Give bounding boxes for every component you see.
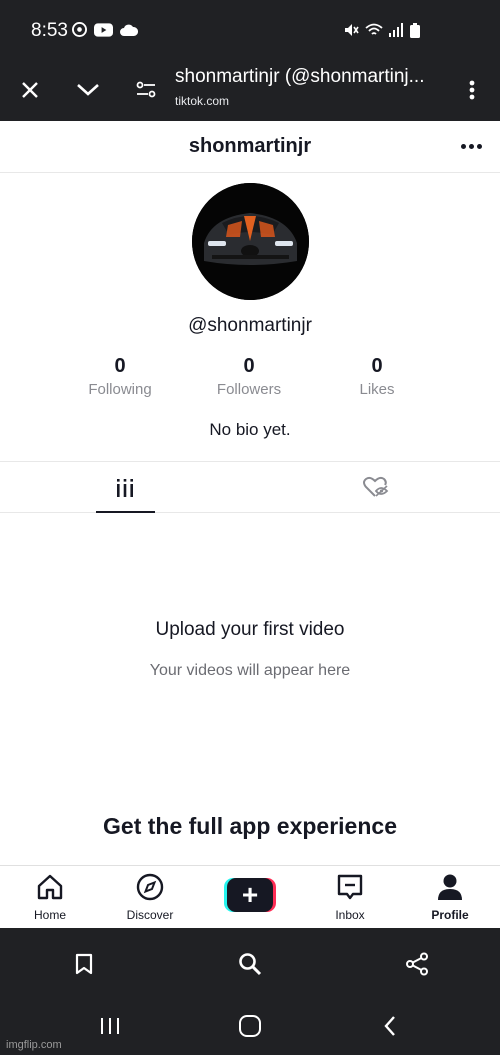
more-options-icon[interactable] <box>456 133 486 159</box>
page-title[interactable]: shonmartinjr (@shonmartinj... <box>175 66 455 88</box>
get-app-banner[interactable]: Get the full app experience <box>0 813 500 840</box>
nav-profile[interactable]: Profile <box>400 872 500 922</box>
liked-hidden-icon <box>363 476 389 503</box>
stat-likes: 0 Likes <box>322 355 432 398</box>
compass-icon <box>100 872 200 902</box>
nav-home-label: Home <box>33 908 66 922</box>
car-photo <box>192 183 309 300</box>
profile-tabs <box>0 461 500 513</box>
system-nav-bar <box>0 998 500 1055</box>
youtube-icon <box>94 22 113 42</box>
stat-followers-value: 0 <box>243 355 255 377</box>
bookmark-icon[interactable] <box>70 950 98 978</box>
nav-home[interactable]: Home <box>0 872 100 922</box>
site-settings-icon[interactable] <box>130 74 162 106</box>
nav-discover[interactable]: Discover <box>100 872 200 922</box>
profile-bio: No bio yet. <box>209 420 291 439</box>
stat-followers[interactable]: 0 Followers <box>194 355 304 398</box>
home-circle-icon[interactable] <box>235 1013 265 1039</box>
stat-following[interactable]: 0 Following <box>65 355 175 398</box>
wifi-icon <box>365 23 383 43</box>
chevron-down-icon[interactable] <box>72 74 104 106</box>
nav-discover-label: Discover <box>126 908 174 922</box>
browser-top-bar: shonmartinjr (@shonmartinj... tiktok.com <box>0 60 500 121</box>
battery-icon <box>410 22 420 43</box>
stat-likes-label: Likes <box>359 381 395 398</box>
profile-icon <box>400 872 500 902</box>
tab-liked[interactable] <box>250 462 500 513</box>
close-icon[interactable] <box>14 74 46 106</box>
cloud-icon <box>120 23 139 41</box>
stat-likes-value: 0 <box>371 355 383 377</box>
signal-icon <box>389 23 404 42</box>
home-icon <box>0 872 100 902</box>
bottom-nav: Home Discover + Inbox Profile <box>0 865 500 928</box>
browser-bottom-toolbar <box>0 928 500 998</box>
recents-icon[interactable] <box>95 1013 125 1039</box>
nav-inbox-label: Inbox <box>335 908 365 922</box>
page-domain[interactable]: tiktok.com <box>175 94 229 108</box>
share-icon[interactable] <box>403 950 431 978</box>
status-time: 8:53 <box>31 20 68 41</box>
empty-state-title: Upload your first video <box>155 619 345 640</box>
stat-followers-label: Followers <box>216 381 282 398</box>
stat-following-value: 0 <box>114 355 126 377</box>
back-icon[interactable] <box>375 1013 405 1039</box>
stat-following-label: Following <box>88 381 152 398</box>
tab-videos[interactable] <box>0 462 250 513</box>
create-plus-icon[interactable]: + <box>224 878 276 912</box>
search-icon[interactable] <box>236 950 264 978</box>
watermark: imgflip.com <box>6 1039 62 1051</box>
avatar[interactable] <box>192 183 309 300</box>
overflow-menu-icon[interactable] <box>456 74 488 106</box>
mute-icon <box>343 22 359 43</box>
inbox-icon <box>300 872 400 902</box>
status-bar: 8:53 <box>0 0 500 60</box>
profile-header: shonmartinjr <box>0 121 500 173</box>
nav-profile-label: Profile <box>431 908 469 922</box>
header-username: shonmartinjr <box>188 135 312 157</box>
nav-inbox[interactable]: Inbox <box>300 872 400 922</box>
chrome-icon <box>72 22 87 42</box>
profile-handle: @shonmartinjr <box>188 315 312 336</box>
active-tab-indicator <box>96 511 155 513</box>
videos-grid-icon <box>115 478 135 503</box>
empty-state-subtitle: Your videos will appear here <box>149 662 351 679</box>
